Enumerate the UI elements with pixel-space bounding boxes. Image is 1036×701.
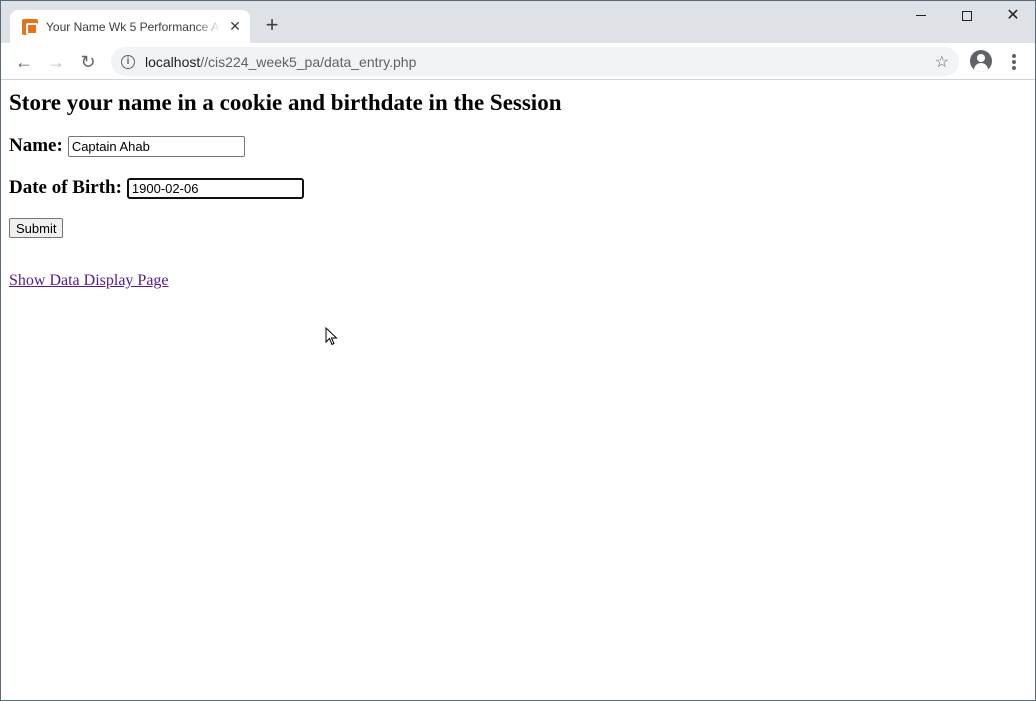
minimize-icon [916, 15, 926, 17]
submit-button[interactable]: Submit [9, 218, 64, 238]
tab-close-icon[interactable]: ✕ [227, 18, 243, 35]
name-input[interactable] [67, 135, 245, 157]
name-row: Name: [9, 135, 1027, 157]
profile-avatar-icon[interactable] [970, 50, 992, 72]
browser-window: Your Name Wk 5 Performance Assessment ✕ … [0, 0, 1036, 701]
site-info-icon[interactable]: i [121, 54, 135, 69]
bookmark-star-icon[interactable]: ☆ [935, 52, 949, 72]
tab-title: Your Name Wk 5 Performance Assessment [46, 19, 221, 34]
reload-button[interactable]: ↻ [77, 51, 99, 73]
dob-row: Date of Birth: [9, 177, 1027, 199]
url-path: //cis224_week5_pa/data_entry.php [200, 53, 417, 70]
close-window-button[interactable]: ✕ [998, 5, 1028, 27]
xampp-favicon-icon [22, 18, 38, 35]
forward-button[interactable]: → [45, 51, 67, 73]
mouse-cursor-icon [325, 327, 338, 346]
back-button[interactable]: ← [13, 51, 35, 73]
page-content: Store your name in a cookie and birthdat… [1, 81, 1035, 700]
url-host: localhost [145, 53, 201, 70]
menu-kebab-icon[interactable] [1007, 52, 1021, 72]
title-bar: Your Name Wk 5 Performance Assessment ✕ … [1, 1, 1035, 43]
maximize-icon [962, 10, 972, 21]
maximize-button[interactable] [952, 5, 982, 27]
browser-tab[interactable]: Your Name Wk 5 Performance Assessment ✕ [10, 10, 250, 43]
url-text[interactable]: localhost//cis224_week5_pa/data_entry.ph… [145, 54, 416, 70]
name-label: Name: [9, 135, 63, 156]
new-tab-button[interactable]: + [261, 14, 283, 36]
address-bar[interactable]: i localhost//cis224_week5_pa/data_entry.… [111, 47, 959, 76]
minimize-button[interactable] [906, 5, 936, 27]
browser-toolbar: ← → ↻ i localhost//cis224_week5_pa/data_… [1, 43, 1035, 80]
page-heading: Store your name in a cookie and birthdat… [9, 90, 562, 115]
dob-label: Date of Birth: [9, 177, 122, 198]
show-data-display-link[interactable]: Show Data Display Page [9, 272, 169, 290]
dob-input[interactable] [126, 177, 304, 199]
